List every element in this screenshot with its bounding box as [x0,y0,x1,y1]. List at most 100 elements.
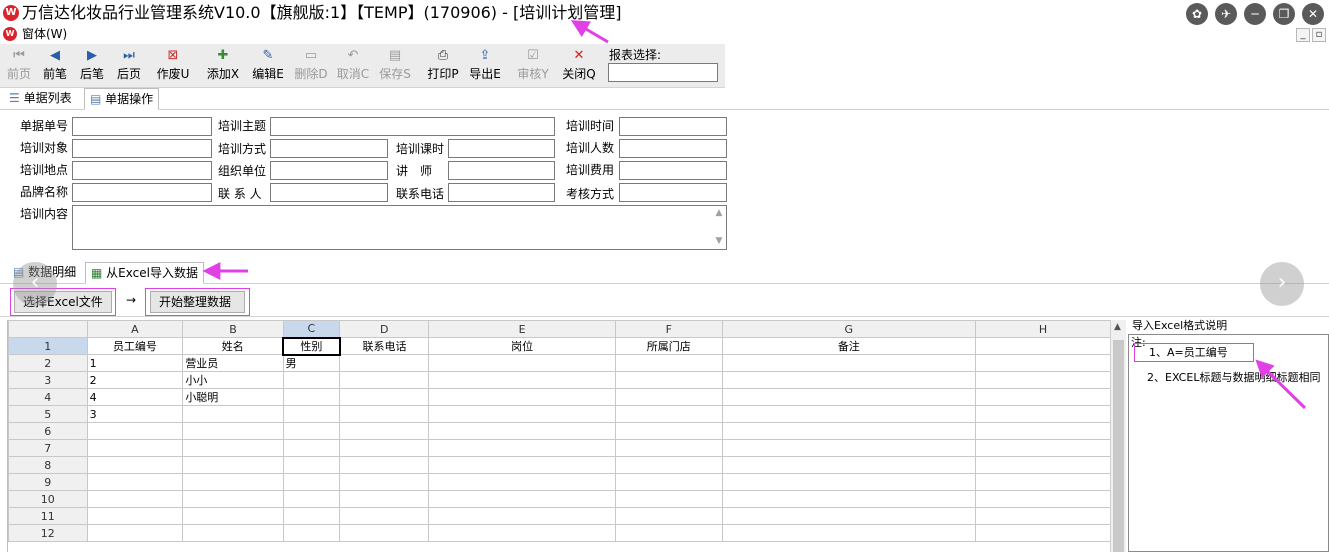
grid-cell[interactable] [282,422,341,440]
people-input[interactable] [619,139,727,158]
row-header[interactable]: 1 [8,337,88,355]
tab-import-excel[interactable]: ▦ 从Excel导入数据 [85,262,204,284]
grid-cell[interactable] [721,473,977,491]
row-header[interactable]: 4 [8,388,88,406]
grid-cell[interactable] [339,524,430,542]
mdi-minimize-icon[interactable]: _ [1296,28,1310,42]
grid-cell[interactable]: 备注 [721,337,977,355]
approve-button[interactable]: ☑ 审核Y [514,46,552,86]
grid-cell[interactable] [721,439,977,457]
grid-cell[interactable] [975,337,1111,355]
cost-input[interactable] [619,161,727,180]
mdi-restore-icon[interactable]: ▫ [1312,28,1326,42]
grid-cell[interactable] [86,524,184,542]
grid-cell[interactable] [614,490,723,508]
column-header-c[interactable]: C [282,320,341,338]
start-organize-button[interactable]: 开始整理数据 [150,291,245,313]
grid-cell[interactable] [721,422,977,440]
grid-cell[interactable] [86,456,184,474]
restore-icon[interactable]: ❐ [1273,3,1295,25]
column-header-f[interactable]: F [614,320,723,338]
grid-cell[interactable] [428,405,616,423]
menu-window[interactable]: 窗体(W) [22,26,67,42]
excel-grid[interactable]: A B C D E F G H 1 员工编号 姓名 性别 联系电话 岗位 所属门店 备注 2 1 营… [7,320,1111,552]
content-textarea[interactable]: ▲ ▼ [72,205,727,250]
report-select-input[interactable] [608,63,718,82]
grid-cell[interactable] [282,439,341,457]
grid-cell[interactable] [428,439,616,457]
grid-cell[interactable] [339,507,430,525]
grid-cell[interactable] [428,422,616,440]
grid-cell[interactable] [975,473,1111,491]
column-header-a[interactable]: A [86,320,184,338]
grid-cell[interactable] [975,405,1111,423]
grid-cell[interactable]: 2 [86,371,184,389]
grid-cell[interactable] [86,490,184,508]
column-header-b[interactable]: B [182,320,284,338]
grid-cell[interactable]: 1 [86,354,184,372]
grid-cell[interactable] [182,422,284,440]
grid-cell[interactable] [975,388,1111,406]
grid-cell[interactable]: 营业员 [182,354,284,372]
grid-cell[interactable] [86,507,184,525]
grid-cell[interactable]: 所属门店 [614,337,723,355]
grid-cell[interactable] [86,422,184,440]
grid-cell[interactable] [428,507,616,525]
grid-cell[interactable] [614,354,723,372]
grid-cell[interactable] [975,422,1111,440]
hours-input[interactable] [448,139,555,158]
grid-cell[interactable] [182,405,284,423]
tab-document-operation[interactable]: ▤ 单据操作 [84,88,160,110]
grid-cell[interactable] [339,439,430,457]
time-input[interactable] [619,117,727,136]
grid-cell[interactable]: 3 [86,405,184,423]
column-header-d[interactable]: D [339,320,430,338]
row-header[interactable]: 11 [8,507,88,525]
tab-document-list[interactable]: ☰ 单据列表 [4,88,77,110]
row-header[interactable]: 5 [8,405,88,423]
grid-cell[interactable] [975,524,1111,542]
grid-cell[interactable]: 小聪明 [182,388,284,406]
grid-vertical-scrollbar[interactable]: ▲ [1110,320,1126,552]
lecturer-input[interactable] [448,161,555,180]
grid-cell[interactable]: 姓名 [182,337,284,355]
row-header[interactable]: 2 [8,354,88,372]
grid-cell[interactable] [975,354,1111,372]
grid-cell[interactable] [282,490,341,508]
minimize-icon[interactable]: ─ [1244,3,1266,25]
grid-cell[interactable] [721,507,977,525]
column-header-e[interactable]: E [428,320,616,338]
prev-record-button[interactable]: ◀ 前笔 [40,46,70,86]
grid-cell[interactable] [721,456,977,474]
grid-cell[interactable] [282,456,341,474]
add-button[interactable]: ✚ 添加X [204,46,242,86]
print-button[interactable]: ⎙ 打印P [424,46,462,86]
grid-cell[interactable] [975,371,1111,389]
grid-cell[interactable] [339,354,430,372]
close-icon[interactable]: ✕ [1302,3,1324,25]
void-button[interactable]: ⊠ 作废U [154,46,192,86]
last-page-button[interactable]: ⏭ 后页 [114,46,144,86]
grid-cell[interactable] [721,405,977,423]
grid-cell[interactable] [614,456,723,474]
grid-cell[interactable] [339,422,430,440]
grid-cell[interactable] [614,388,723,406]
grid-cell[interactable] [339,456,430,474]
grid-cell[interactable] [428,456,616,474]
scroll-up-icon[interactable]: ▲ [1114,322,1121,332]
assess-input[interactable] [619,183,727,202]
undo-button[interactable]: ↶ 取消C [334,46,372,86]
grid-cell[interactable] [975,456,1111,474]
grid-cell[interactable] [614,439,723,457]
grid-cell[interactable] [339,388,430,406]
skin-icon[interactable]: ✿ [1186,3,1208,25]
edit-button[interactable]: ✎ 编辑E [249,46,287,86]
grid-cell[interactable] [86,473,184,491]
grid-cell[interactable]: 4 [86,388,184,406]
grid-cell[interactable] [614,371,723,389]
scroll-up-icon[interactable]: ▲ [714,208,724,218]
column-header-g[interactable]: G [721,320,977,338]
grid-cell[interactable] [282,524,341,542]
grid-cell[interactable] [975,490,1111,508]
doc-no-input[interactable] [72,117,212,136]
